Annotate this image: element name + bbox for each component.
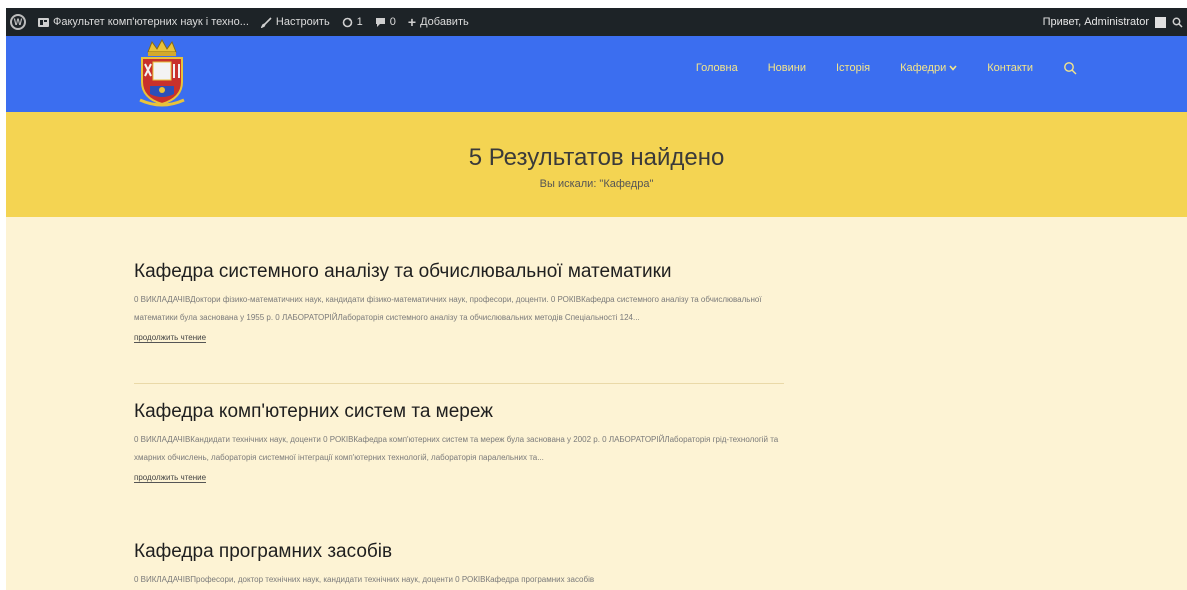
- customize-label: Настроить: [275, 16, 330, 28]
- article-excerpt: 0 ВИКЛАДАЧІВКандидати технічних наук, до…: [134, 435, 779, 462]
- site-name-label: Факультет комп'ютерних наук і техно...: [53, 16, 249, 28]
- main-nav: Головна Новини Історія Кафедри Контакти: [696, 36, 1077, 100]
- results-title: 5 Результатов найдено: [468, 144, 725, 171]
- site-header: Головна Новини Історія Кафедри Контакти: [6, 36, 1187, 112]
- list-item: Кафедра програмних засобів 0 ВИКЛАДАЧІВП…: [134, 541, 784, 589]
- nav-item-home[interactable]: Головна: [696, 62, 738, 74]
- chevron-down-icon: [949, 65, 957, 71]
- site-name-menu[interactable]: Факультет комп'ютерних наук і техно...: [38, 16, 249, 28]
- brush-icon: [260, 16, 272, 28]
- read-more-link[interactable]: продолжить чтение: [134, 473, 207, 483]
- wordpress-icon: W: [10, 14, 26, 30]
- divider: [134, 383, 784, 384]
- nav-item-contacts[interactable]: Контакти: [987, 62, 1033, 74]
- nav-item-history[interactable]: Історія: [836, 62, 870, 74]
- nav-item-news[interactable]: Новини: [768, 62, 806, 74]
- article-title[interactable]: Кафедра комп'ютерних систем та мереж: [134, 401, 784, 423]
- search-icon[interactable]: [1063, 61, 1077, 75]
- updates-link[interactable]: 1: [342, 16, 363, 28]
- account-greeting[interactable]: Привет, Administrator: [1043, 16, 1149, 28]
- comment-icon: [375, 17, 385, 27]
- search-query: Вы искали: "Кафедра": [539, 178, 654, 190]
- article-title[interactable]: Кафедра програмних засобів: [134, 541, 784, 563]
- plus-icon: +: [407, 14, 417, 30]
- list-item: Кафедра системного аналізу та обчислювал…: [134, 261, 784, 345]
- comments-link[interactable]: 0: [375, 16, 396, 28]
- nav-item-departments-label: Кафедри: [900, 62, 947, 74]
- university-logo[interactable]: [136, 38, 188, 110]
- search-icon[interactable]: [1172, 17, 1183, 28]
- comments-count: 0: [389, 16, 396, 28]
- search-results-banner: 5 Результатов найдено Вы искали: "Кафедр…: [6, 112, 1187, 217]
- updates-count: 1: [356, 16, 363, 28]
- avatar[interactable]: [1155, 16, 1166, 28]
- nav-item-departments[interactable]: Кафедри: [900, 62, 957, 74]
- article-excerpt: 0 ВИКЛАДАЧІВПрофесори, доктор технічних …: [134, 575, 595, 584]
- wp-logo-menu[interactable]: W: [10, 14, 26, 30]
- read-more-link[interactable]: продолжить чтение: [134, 333, 207, 343]
- wp-admin-bar: W Факультет комп'ютерних наук і техно...…: [6, 8, 1187, 36]
- article-title[interactable]: Кафедра системного аналізу та обчислювал…: [134, 261, 784, 283]
- search-results-list: Кафедра системного аналізу та обчислювал…: [6, 217, 1187, 590]
- updates-icon: [342, 17, 352, 27]
- article-excerpt: 0 ВИКЛАДАЧІВДоктори фізико-математичних …: [134, 295, 762, 322]
- customize-link[interactable]: Настроить: [260, 16, 330, 28]
- list-item: Кафедра комп'ютерних систем та мереж 0 В…: [134, 401, 784, 485]
- new-label: Добавить: [420, 16, 469, 28]
- dashboard-icon: [38, 17, 49, 27]
- new-content-link[interactable]: + Добавить: [408, 14, 469, 30]
